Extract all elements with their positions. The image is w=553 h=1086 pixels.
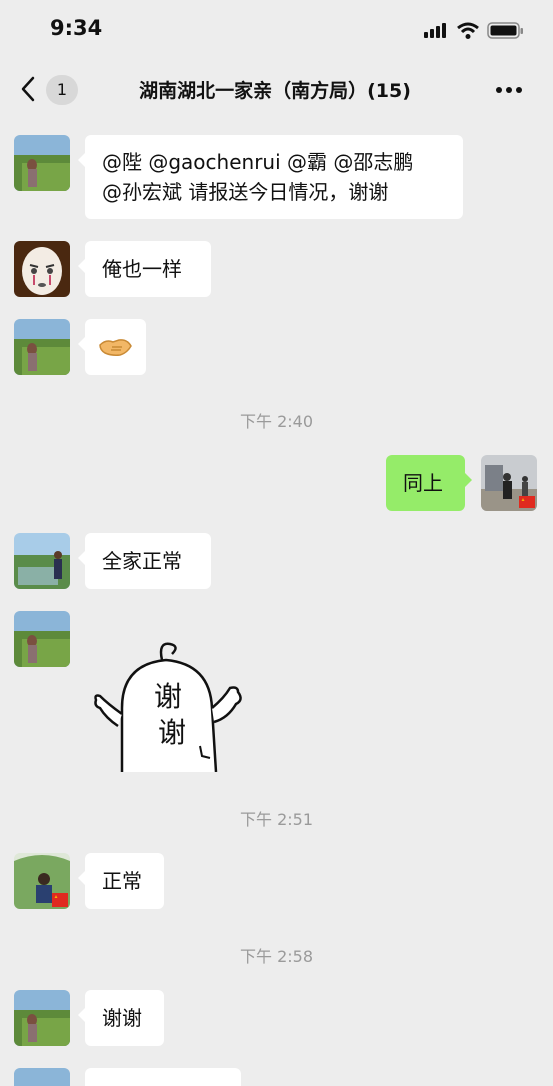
unread-badge: 1 xyxy=(46,75,78,105)
message-bubble-6[interactable]: 谢谢 xyxy=(78,990,164,1046)
signal-icon xyxy=(424,23,446,38)
message-bubble-2[interactable]: 俺也一样 xyxy=(78,241,211,297)
message-bubble-3[interactable] xyxy=(78,319,146,375)
avatar-sender-2[interactable] xyxy=(14,241,70,297)
avatar-sender-1[interactable] xyxy=(14,319,70,375)
message-line: @孙宏斌 请报送今日情况，谢谢 xyxy=(102,180,389,204)
status-time: 9:34 xyxy=(50,16,103,40)
chat-title: 湖南湖北一家亲（南方局）(15) xyxy=(139,80,411,102)
own-message-bubble[interactable]: 同上 xyxy=(386,455,472,511)
more-icon[interactable] xyxy=(490,80,530,100)
avatar-sender-1[interactable] xyxy=(14,135,70,191)
avatar-me[interactable] xyxy=(481,455,537,511)
timestamp: 下午 2:51 xyxy=(239,810,314,829)
back-button[interactable]: 1 xyxy=(20,72,82,108)
thanks-sticker[interactable]: 谢 谢 xyxy=(88,638,248,772)
handshake-icon xyxy=(99,339,132,356)
avatar-sender-1[interactable] xyxy=(14,611,70,667)
battery-icon xyxy=(487,22,523,39)
avatar-sender-4[interactable] xyxy=(14,853,70,909)
avatar-sender-3[interactable] xyxy=(14,533,70,589)
wifi-icon xyxy=(457,22,479,39)
timestamp: 下午 2:58 xyxy=(239,947,314,966)
status-bar: 9:34 xyxy=(0,0,553,58)
chat-header: 1 湖南湖北一家亲（南方局）(15) xyxy=(0,58,553,120)
timestamp: 下午 2:40 xyxy=(239,412,314,431)
avatar-sender-1[interactable] xyxy=(14,990,70,1046)
message-bubble-4[interactable]: 全家正常 xyxy=(78,533,211,589)
message-line: @陛 @gaochenrui @霸 @邵志鹏 xyxy=(102,150,414,174)
avatar-sender-1[interactable] xyxy=(14,1068,70,1086)
chevron-left-icon xyxy=(21,76,35,102)
message-bubble-5[interactable]: 正常 xyxy=(78,853,164,909)
message-bubble-1[interactable]: @陛 @gaochenrui @霸 @邵志鹏 @孙宏斌 请报送今日情况，谢谢 xyxy=(78,135,463,219)
sticker-text: 谢 xyxy=(158,716,186,749)
message-bubble-partial[interactable] xyxy=(85,1068,241,1086)
sticker-text: 谢 xyxy=(154,680,182,713)
